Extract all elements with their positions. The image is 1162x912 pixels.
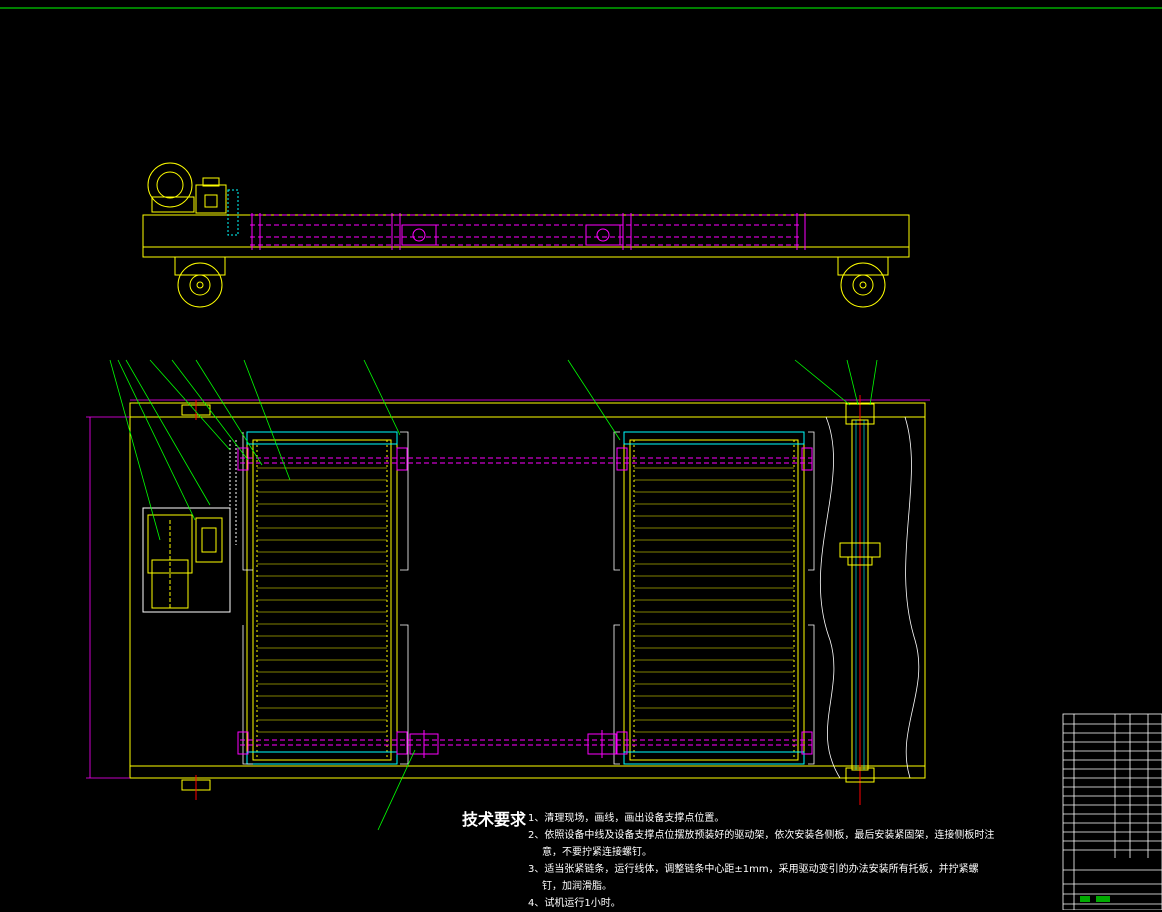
- tech-requirement-line: 意，不要拧紧连接螺钉。: [542, 847, 652, 858]
- title-block: [1062, 713, 1162, 910]
- plan-chain: [240, 457, 812, 746]
- plan-view: [86, 359, 930, 831]
- plan-motor: [147, 514, 223, 610]
- tech-requirement-line: 4、试机运行1小时。: [528, 898, 621, 909]
- side-view-frame: [142, 214, 910, 258]
- drive-shaft: [839, 395, 881, 805]
- side-view-chain: [250, 214, 800, 246]
- support-feet: [181, 400, 211, 800]
- tech-requirement-line: 3、适当张紧链条，运行线体，调整链条中心距±1mm，采用驱动变引的办法安装所有托…: [528, 864, 979, 875]
- plan-coupling: [409, 730, 617, 758]
- tech-requirements-list: 1、清理现场，画线，画出设备支撑点位置。 2、依照设备中线及设备支撑点位摆放预装…: [528, 810, 995, 912]
- tech-requirement-line: 钉，加润滑脂。: [542, 881, 612, 892]
- left-slat-conveyor: [246, 431, 398, 765]
- tech-requirements-title: 技术要求: [462, 810, 527, 829]
- tech-requirement-line: 2、依照设备中线及设备支撑点位摆放预装好的驱动架，依次安装各侧板，最后安装紧固架…: [528, 830, 995, 841]
- side-view-coupling: [401, 224, 621, 246]
- right-slat-conveyor: [623, 431, 805, 765]
- dimension-lines: [86, 399, 930, 779]
- side-view: [142, 162, 910, 308]
- plan-view-frame: [129, 402, 926, 779]
- break-lines: [819, 416, 920, 779]
- cad-drawing: [0, 7, 1162, 910]
- tech-requirement-line: 1、清理现场，画线，画出设备支撑点位置。: [528, 813, 725, 824]
- side-view-wheel: [174, 256, 889, 308]
- side-view-motor: [147, 162, 227, 214]
